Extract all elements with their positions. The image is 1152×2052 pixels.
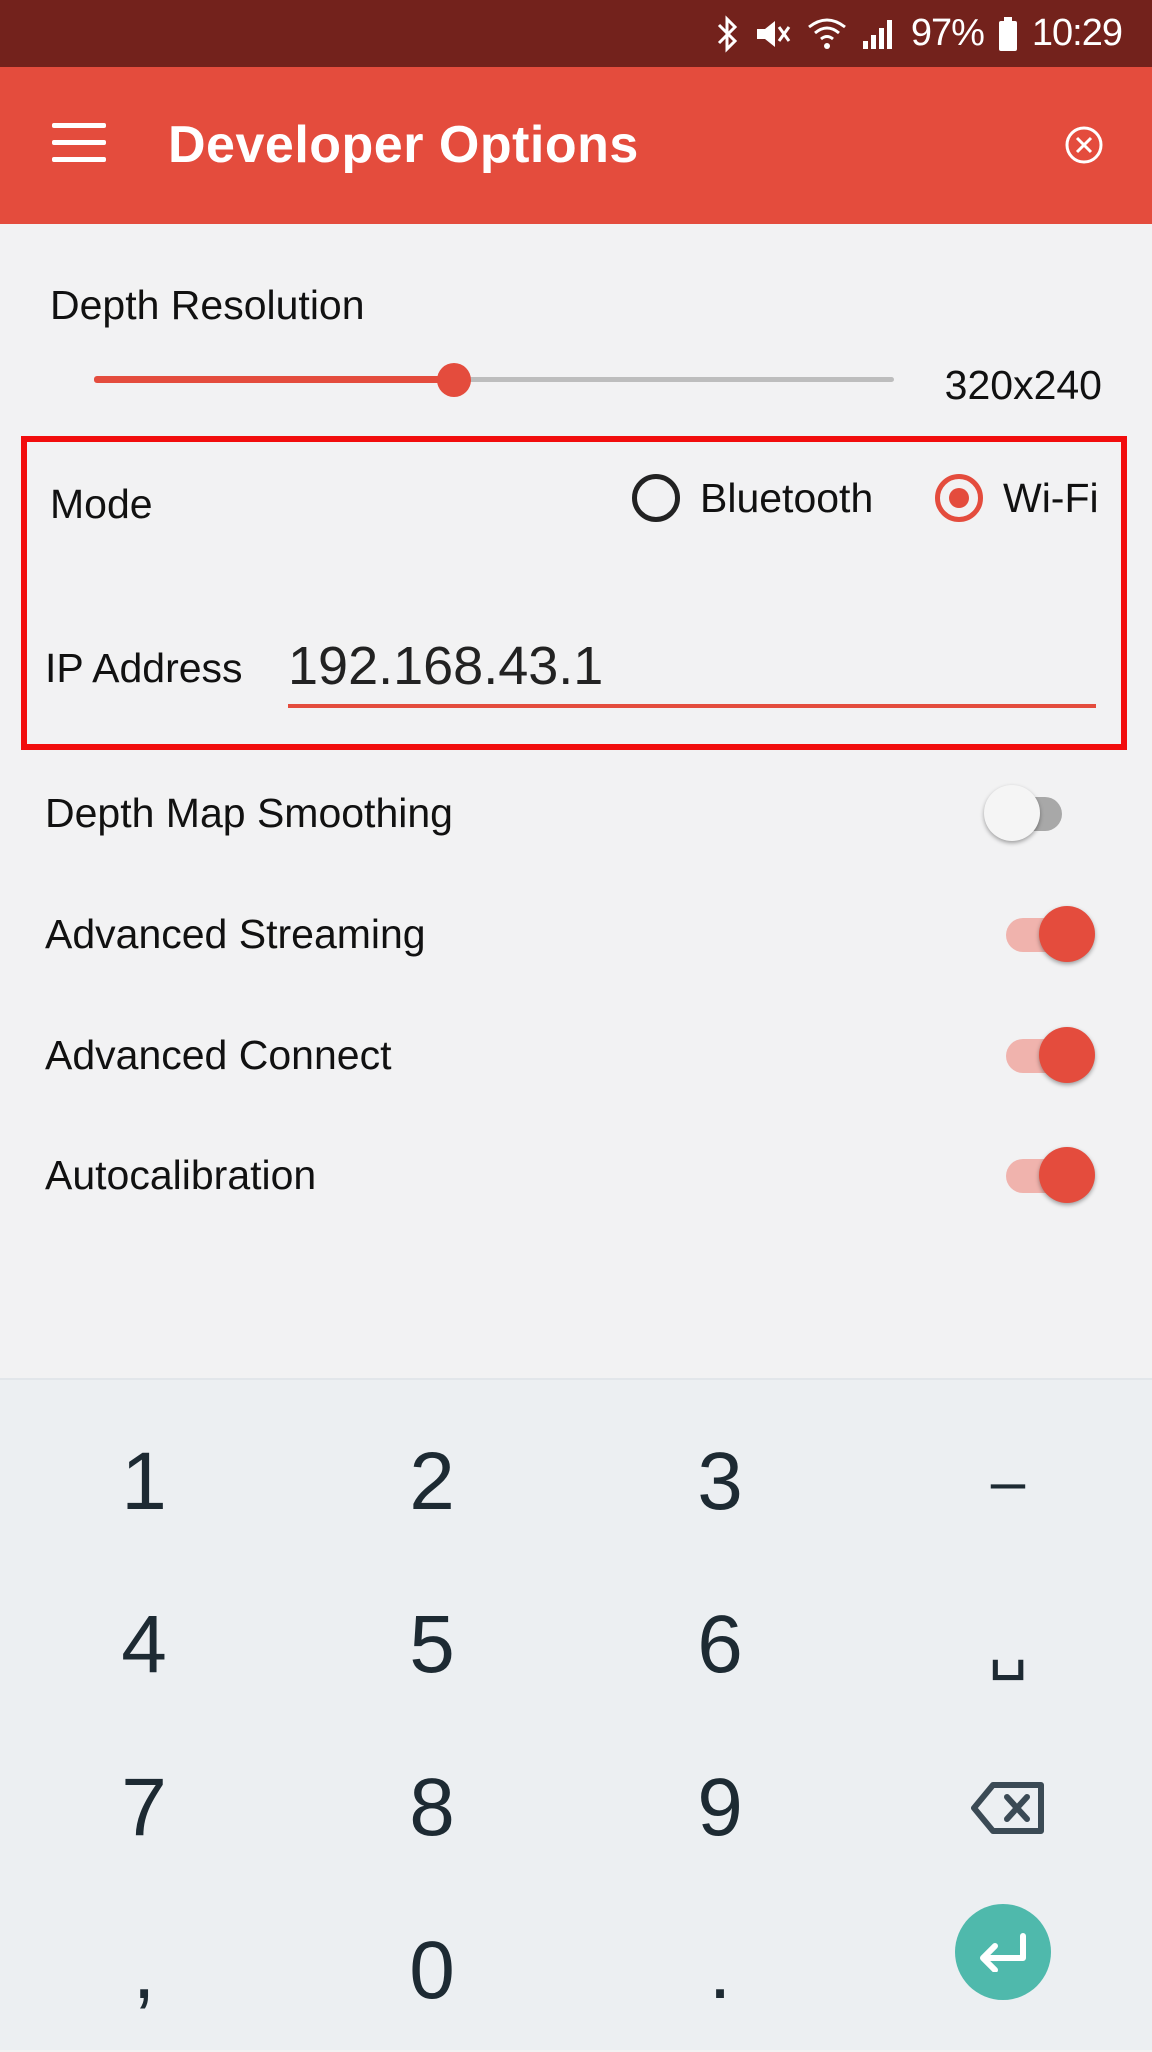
depth-map-smoothing-switch[interactable] — [984, 783, 1094, 843]
ip-address-input[interactable] — [288, 628, 1096, 708]
key-8[interactable]: 8 — [288, 1726, 576, 1889]
advanced-connect-switch[interactable] — [996, 1025, 1106, 1085]
toggle-label-autocalibration: Autocalibration — [45, 1152, 317, 1198]
key-5[interactable]: 5 — [288, 1563, 576, 1726]
key-3[interactable]: 3 — [576, 1400, 864, 1563]
page-title: Developer Options — [168, 116, 639, 174]
mode-label: Mode — [50, 481, 153, 527]
close-circle-icon[interactable] — [1064, 125, 1104, 165]
backspace-key[interactable] — [864, 1726, 1152, 1889]
signal-icon — [861, 15, 897, 53]
toggle-label-advanced-connect: Advanced Connect — [45, 1032, 392, 1078]
backspace-icon — [971, 1781, 1044, 1834]
switch-thumb — [1039, 1147, 1095, 1203]
radio-ring — [935, 474, 983, 522]
key-0[interactable]: 0 — [288, 1889, 576, 2052]
key-9[interactable]: 9 — [576, 1726, 864, 1889]
battery-percent: 97% — [910, 12, 985, 54]
clock: 10:29 — [1031, 12, 1123, 54]
slider-track-fill — [94, 376, 454, 383]
switch-thumb — [1039, 1027, 1095, 1083]
radio-ring — [632, 474, 680, 522]
radio-wifi-label: Wi-Fi — [1003, 474, 1099, 521]
hamburger-menu-icon[interactable] — [52, 123, 106, 163]
vibrate-mute-icon — [753, 15, 793, 53]
ip-address-label: IP Address — [45, 645, 243, 691]
key-space[interactable]: ␣ — [864, 1563, 1152, 1726]
enter-arrow-icon — [980, 1933, 1026, 1972]
battery-icon — [998, 15, 1018, 53]
depth-resolution-label: Depth Resolution — [50, 282, 365, 328]
radio-bluetooth-label: Bluetooth — [700, 474, 874, 521]
key-period[interactable]: . — [576, 1889, 864, 2052]
enter-key[interactable] — [955, 1904, 1051, 2000]
switch-thumb — [984, 785, 1040, 841]
radio-wifi[interactable]: Wi-Fi — [935, 474, 1099, 522]
key-6[interactable]: 6 — [576, 1563, 864, 1726]
switch-thumb — [1039, 906, 1095, 962]
radio-bluetooth[interactable]: Bluetooth — [632, 474, 873, 522]
toggle-label-advanced-streaming: Advanced Streaming — [45, 911, 426, 957]
key-7[interactable]: 7 — [0, 1726, 288, 1889]
autocalibration-switch[interactable] — [996, 1145, 1106, 1205]
key-comma[interactable]: , — [0, 1889, 288, 2052]
slider-thumb[interactable] — [437, 363, 471, 397]
key-dash[interactable]: – — [864, 1400, 1152, 1563]
wifi-icon — [807, 15, 847, 53]
app-bar: Developer Options — [0, 67, 1152, 224]
key-4[interactable]: 4 — [0, 1563, 288, 1726]
status-bar: 97% 10:29 — [0, 0, 1152, 67]
key-1[interactable]: 1 — [0, 1400, 288, 1563]
toggle-label-depth-map-smoothing: Depth Map Smoothing — [45, 790, 453, 836]
bluetooth-icon — [717, 14, 739, 53]
key-2[interactable]: 2 — [288, 1400, 576, 1563]
depth-resolution-slider[interactable] — [94, 350, 894, 410]
depth-resolution-value: 320x240 — [944, 362, 1102, 408]
advanced-streaming-switch[interactable] — [996, 904, 1106, 964]
